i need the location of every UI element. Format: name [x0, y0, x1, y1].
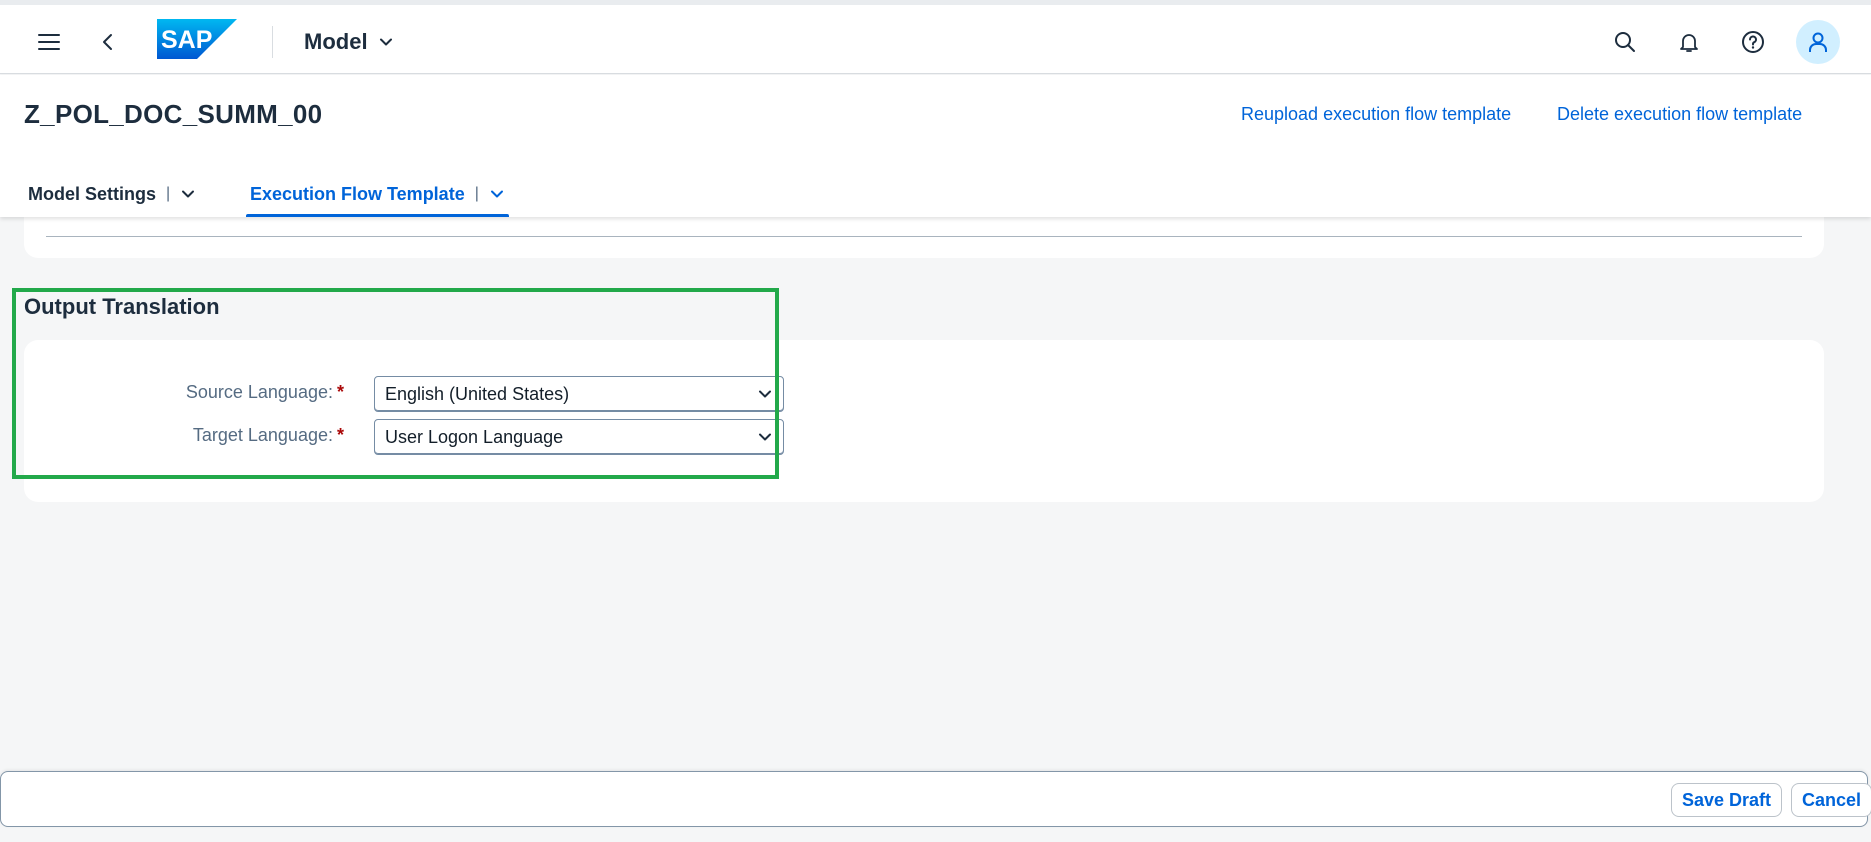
- back-icon: [103, 34, 112, 50]
- search-button[interactable]: [1603, 20, 1647, 64]
- search-icon: [1615, 32, 1635, 52]
- menu-icon: [38, 34, 60, 50]
- section-divider: [46, 236, 1802, 237]
- tab-label: Model Settings: [28, 183, 157, 204]
- chevron-down-icon[interactable]: [180, 186, 196, 202]
- tab-bar: Model Settings | Execution Flow Template…: [0, 171, 1871, 217]
- tab-model-settings[interactable]: Model Settings |: [28, 171, 196, 217]
- tab-separator: |: [474, 185, 479, 202]
- object-title: Z_POL_DOC_SUMM_00: [24, 99, 323, 129]
- source-language-label: Source Language: *: [24, 382, 344, 403]
- help-button[interactable]: [1731, 20, 1775, 64]
- save-draft-button[interactable]: Save Draft: [1671, 783, 1783, 817]
- label-text: Target Language:: [192, 425, 333, 445]
- shell-bar: SAP Model: [0, 0, 1871, 74]
- chevron-down-icon: [379, 38, 392, 46]
- product-switch-menu[interactable]: Model: [304, 26, 394, 58]
- chevron-down-icon: [759, 433, 771, 441]
- cancel-button[interactable]: Cancel: [1791, 783, 1871, 817]
- back-button[interactable]: [86, 20, 130, 64]
- label-text: Source Language:: [185, 382, 333, 402]
- required-marker: *: [336, 425, 344, 445]
- sap-logo[interactable]: SAP: [157, 19, 237, 59]
- target-language-label: Target Language: *: [24, 425, 344, 446]
- object-page-header: Z_POL_DOC_SUMM_00 Reupload execution flo…: [0, 75, 1871, 217]
- section-title-output-translation: Output Translation: [24, 294, 220, 319]
- user-avatar-button[interactable]: [1796, 20, 1840, 64]
- user-icon: [1809, 32, 1827, 52]
- shell-divider: [272, 26, 273, 58]
- bell-icon: [1680, 34, 1698, 52]
- required-marker: *: [336, 382, 344, 402]
- source-language-select[interactable]: English (United States): [374, 376, 784, 412]
- delete-template-link[interactable]: Delete execution flow template: [1557, 104, 1802, 125]
- product-title: Model: [304, 29, 368, 54]
- tab-label: Execution Flow Template: [250, 183, 465, 204]
- menu-button[interactable]: [27, 20, 71, 64]
- tab-separator: |: [166, 185, 171, 202]
- source-language-value: English (United States): [385, 383, 570, 404]
- tab-execution-flow-template[interactable]: Execution Flow Template |: [246, 171, 509, 217]
- reupload-template-link[interactable]: Reupload execution flow template: [1241, 104, 1511, 125]
- target-language-value: User Logon Language: [385, 426, 564, 447]
- help-icon: [1742, 31, 1764, 53]
- footer-toolbar: Save Draft Cancel: [0, 771, 1871, 827]
- logo-text: SAP: [161, 26, 212, 54]
- chevron-down-icon: [759, 390, 771, 398]
- notifications-button[interactable]: [1667, 20, 1711, 64]
- chevron-down-icon[interactable]: [489, 186, 505, 202]
- target-language-select[interactable]: User Logon Language: [374, 419, 784, 455]
- output-translation-form: Source Language: * English (United States…: [24, 340, 1824, 502]
